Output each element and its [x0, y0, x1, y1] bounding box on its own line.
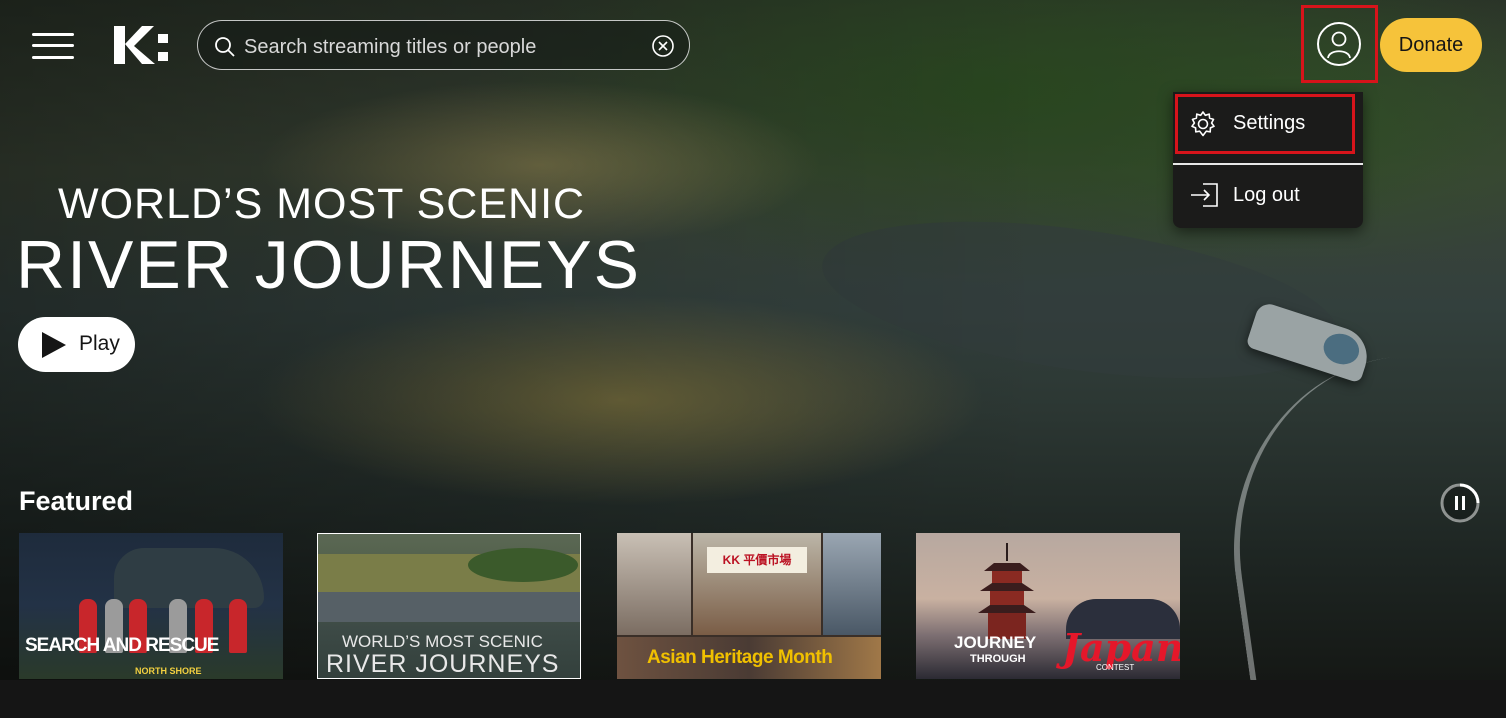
hero-title-line2: RIVER JOURNEYS [16, 227, 641, 303]
card-title: JOURNEY [954, 633, 1037, 652]
menu-item-settings-label: Settings [1233, 112, 1306, 134]
hamburger-menu-icon[interactable] [32, 32, 74, 60]
hero-title-line1: WORLD’S MOST SCENIC [58, 180, 586, 228]
pause-icon[interactable] [1439, 482, 1481, 524]
gear-icon [1189, 110, 1217, 143]
card-title: SEARCH AND RESCUE [25, 635, 219, 656]
featured-card-journey-through-japan[interactable]: JOURNEY THROUGH Japan CONTEST [916, 533, 1180, 679]
profile-dropdown-menu: Settings Log out [1173, 92, 1363, 228]
search-input[interactable] [242, 33, 646, 61]
user-profile-icon[interactable] [1317, 22, 1361, 66]
card-title: Asian Heritage Month [647, 647, 833, 668]
card-title: WORLD’S MOST SCENIC [342, 632, 543, 651]
logout-icon [1189, 182, 1219, 213]
menu-item-logout[interactable]: Log out [1173, 164, 1363, 226]
card-shop-sign: KK 平價市場 [707, 547, 807, 573]
search-icon [214, 36, 236, 63]
card-subtitle: NORTH SHORE [135, 666, 202, 676]
featured-card-river-journeys[interactable]: WORLD’S MOST SCENIC RIVER JOURNEYS [317, 533, 581, 679]
play-button[interactable]: Play [18, 317, 135, 372]
card-tag: CONTEST [1096, 663, 1135, 672]
profile-button-highlight [1301, 5, 1378, 83]
site-logo[interactable] [114, 22, 174, 68]
search-bar[interactable] [197, 20, 690, 70]
card-subtitle: THROUGH [970, 653, 1026, 665]
menu-item-settings[interactable]: Settings [1173, 92, 1363, 154]
donate-button[interactable]: Donate [1380, 18, 1482, 72]
featured-card-asian-heritage-month[interactable]: KK 平價市場 Asian Heritage Month [617, 533, 881, 679]
menu-item-logout-label: Log out [1233, 184, 1300, 206]
card-subtitle: RIVER JOURNEYS [326, 650, 560, 678]
featured-card-search-and-rescue[interactable]: SEARCH AND RESCUE NORTH SHORE [19, 533, 283, 679]
play-icon [42, 332, 66, 358]
play-label: Play [79, 332, 120, 355]
clear-icon[interactable] [651, 34, 675, 63]
pagoda-graphic [978, 543, 1036, 639]
featured-heading: Featured [19, 486, 134, 516]
